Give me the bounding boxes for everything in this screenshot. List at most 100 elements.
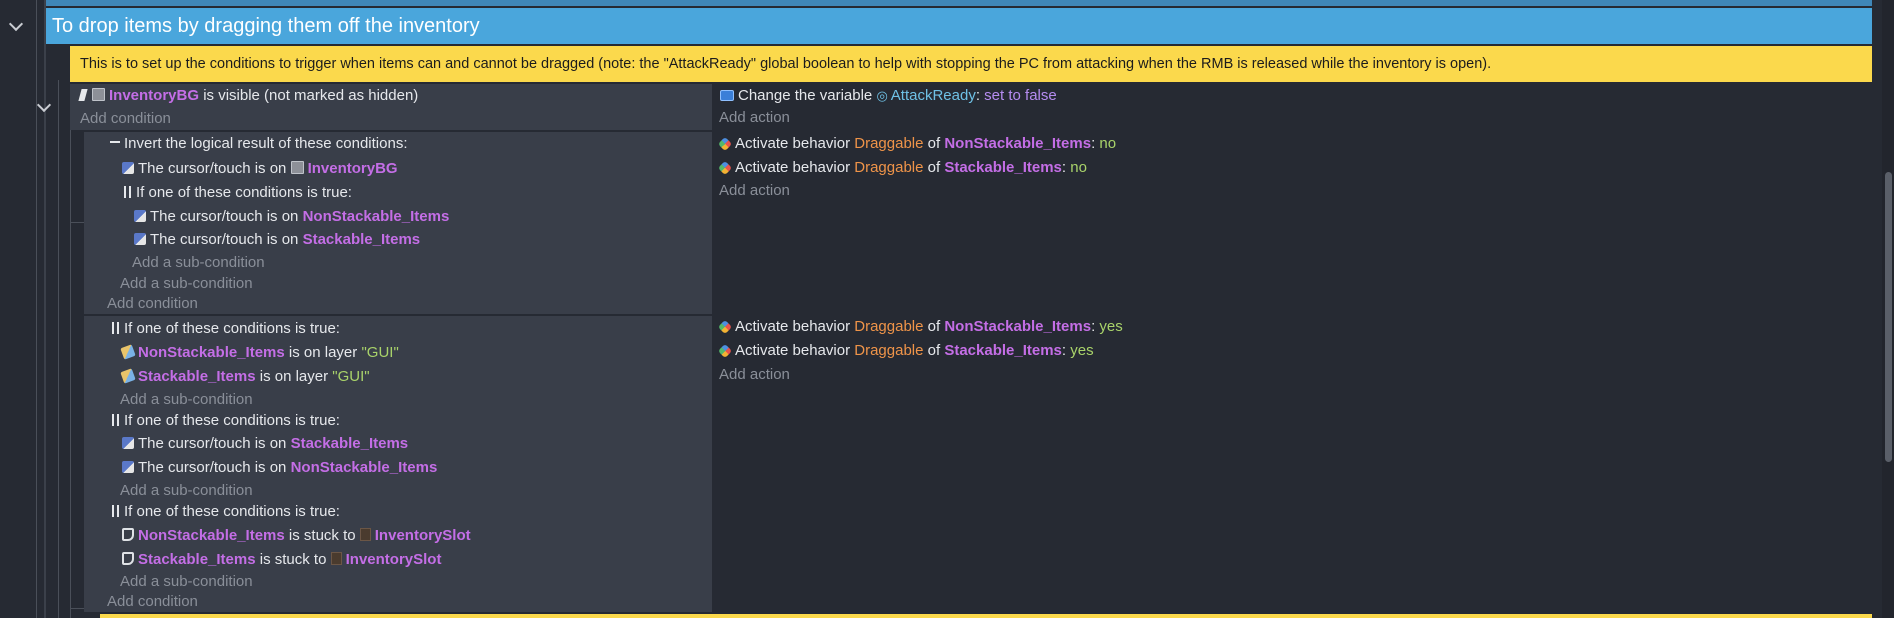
slot-icon	[359, 528, 371, 541]
action-value: yes	[1099, 318, 1123, 335]
add-sub-condition-button[interactable]: Add a sub-condition	[120, 481, 253, 501]
condition-nonstack-on-layer[interactable]: NonStackable_Items is on layer "GUI"	[120, 342, 399, 364]
object-name: InventoryBG	[109, 87, 200, 104]
behavior-icon	[717, 136, 733, 152]
or-icon	[112, 414, 119, 426]
slot-icon	[330, 552, 342, 565]
stuck-icon	[122, 552, 134, 565]
add-action-button[interactable]: Add action	[719, 365, 790, 385]
layer-name: "GUI"	[332, 368, 370, 385]
object-name: Stackable_Items	[290, 435, 409, 452]
add-sub-condition-button[interactable]: Add a sub-condition	[120, 390, 253, 410]
action-text: of	[927, 135, 941, 152]
add-sub-condition-button[interactable]: Add a sub-condition	[120, 274, 253, 294]
condition-text: The cursor/touch is on	[150, 231, 299, 248]
cursor-icon	[122, 437, 134, 449]
chevron-down-icon[interactable]	[36, 97, 52, 113]
action-activate-nonstack-no[interactable]: Activate behavior Draggable of NonStacka…	[717, 133, 1116, 155]
object-name: NonStackable_Items	[138, 527, 285, 544]
invert-icon	[110, 141, 120, 143]
comment-box[interactable]: This is to set up the conditions to trig…	[70, 46, 1872, 82]
action-text: Activate behavior	[735, 342, 851, 359]
or-icon	[124, 186, 131, 198]
behavior-name: Draggable	[854, 135, 924, 152]
condition-text: If one of these conditions is true:	[124, 320, 340, 337]
or-icon	[112, 505, 119, 517]
group-header[interactable]: To drop items by dragging them off the i…	[46, 8, 1872, 44]
condition-cursor-on-stack[interactable]: The cursor/touch is on Stackable_Items	[122, 433, 408, 455]
add-condition-button[interactable]: Add condition	[107, 592, 198, 612]
condition-text: If one of these conditions is true:	[124, 503, 340, 520]
condition-nonstack-stuck[interactable]: NonStackable_Items is stuck to Inventory…	[122, 525, 471, 547]
variable-name: AttackReady	[890, 87, 976, 104]
condition-text: The cursor/touch is on	[150, 208, 299, 225]
layer-name: "GUI"	[361, 344, 399, 361]
cursor-icon	[134, 233, 146, 245]
object-name: NonStackable_Items	[944, 318, 1092, 335]
condition-stack-stuck[interactable]: Stackable_Items is stuck to InventorySlo…	[122, 549, 441, 571]
condition-cursor-on-nonstack[interactable]: The cursor/touch is on NonStackable_Item…	[134, 206, 449, 228]
condition-invert[interactable]: Invert the logical result of these condi…	[110, 133, 408, 155]
condition-text: If one of these conditions is true:	[136, 184, 352, 201]
condition-text: is stuck to	[259, 551, 327, 568]
action-value: yes	[1070, 342, 1094, 359]
layer-icon	[120, 368, 136, 384]
add-condition-button[interactable]: Add condition	[107, 294, 198, 314]
add-condition-button[interactable]: Add condition	[80, 109, 171, 129]
condition-or[interactable]: If one of these conditions is true:	[112, 410, 340, 432]
action-value: no	[1070, 159, 1087, 176]
behavior-name: Draggable	[854, 318, 924, 335]
add-sub-condition-button[interactable]: Add a sub-condition	[132, 253, 265, 273]
condition-text: is on layer	[288, 344, 358, 361]
condition-stack-on-layer[interactable]: Stackable_Items is on layer "GUI"	[120, 366, 370, 388]
add-sub-condition-button[interactable]: Add a sub-condition	[120, 572, 253, 592]
object-name: InventoryBG	[307, 160, 398, 177]
condition-visible[interactable]: InventoryBG is visible (not marked as hi…	[78, 85, 418, 107]
action-change-variable[interactable]: Change the variable ◎ AttackReady: set to…	[720, 85, 1057, 107]
chevron-down-icon[interactable]	[8, 16, 24, 32]
object-icon	[290, 161, 304, 174]
action-activate-stack-no[interactable]: Activate behavior Draggable of Stackable…	[717, 157, 1087, 179]
global-variable-icon: ◎	[876, 88, 888, 103]
layer-icon	[120, 344, 136, 360]
action-activate-stack-yes[interactable]: Activate behavior Draggable of Stackable…	[717, 340, 1094, 362]
condition-cursor-on-nonstack[interactable]: The cursor/touch is on NonStackable_Item…	[122, 457, 437, 479]
object-name: NonStackable_Items	[944, 135, 1092, 152]
action-text: Activate behavior	[735, 135, 851, 152]
gutter-line	[44, 0, 46, 618]
action-activate-nonstack-yes[interactable]: Activate behavior Draggable of NonStacka…	[717, 316, 1123, 338]
object-name: Stackable_Items	[302, 231, 421, 248]
condition-text: Invert the logical result of these condi…	[124, 135, 408, 152]
condition-or[interactable]: If one of these conditions is true:	[112, 318, 340, 340]
gutter-tick	[70, 222, 84, 223]
action-text: Activate behavior	[735, 159, 851, 176]
not-icon	[78, 89, 88, 101]
object-name: Stackable_Items	[944, 342, 1062, 359]
condition-cursor-on-stack[interactable]: The cursor/touch is on Stackable_Items	[134, 229, 420, 251]
action-text: Change the variable	[738, 87, 873, 104]
behavior-icon	[717, 160, 733, 176]
condition-text: If one of these conditions is true:	[124, 412, 340, 429]
condition-or[interactable]: If one of these conditions is true:	[112, 501, 340, 523]
object-name: Stackable_Items	[138, 368, 256, 385]
group-top-strip	[46, 0, 1872, 6]
behavior-icon	[717, 319, 733, 335]
comment-text: This is to set up the conditions to trig…	[80, 56, 1492, 72]
add-action-button[interactable]: Add action	[719, 108, 790, 128]
condition-cursor-on-inventory[interactable]: The cursor/touch is on InventoryBG	[122, 158, 398, 180]
behavior-name: Draggable	[854, 342, 924, 359]
scrollbar-thumb[interactable]	[1885, 172, 1892, 462]
cursor-icon	[134, 210, 146, 222]
condition-or[interactable]: If one of these conditions is true:	[124, 182, 352, 204]
next-comment-edge	[100, 614, 1872, 618]
condition-text: is stuck to	[288, 527, 356, 544]
gutter-line	[36, 0, 37, 618]
behavior-name: Draggable	[854, 159, 924, 176]
condition-text: is on layer	[259, 368, 329, 385]
object-name: InventorySlot	[374, 527, 471, 544]
object-name: NonStackable_Items	[302, 208, 450, 225]
add-action-button[interactable]: Add action	[719, 181, 790, 201]
gutter-line	[58, 80, 59, 618]
gutter-tick	[70, 608, 84, 609]
object-name: InventorySlot	[345, 551, 442, 568]
